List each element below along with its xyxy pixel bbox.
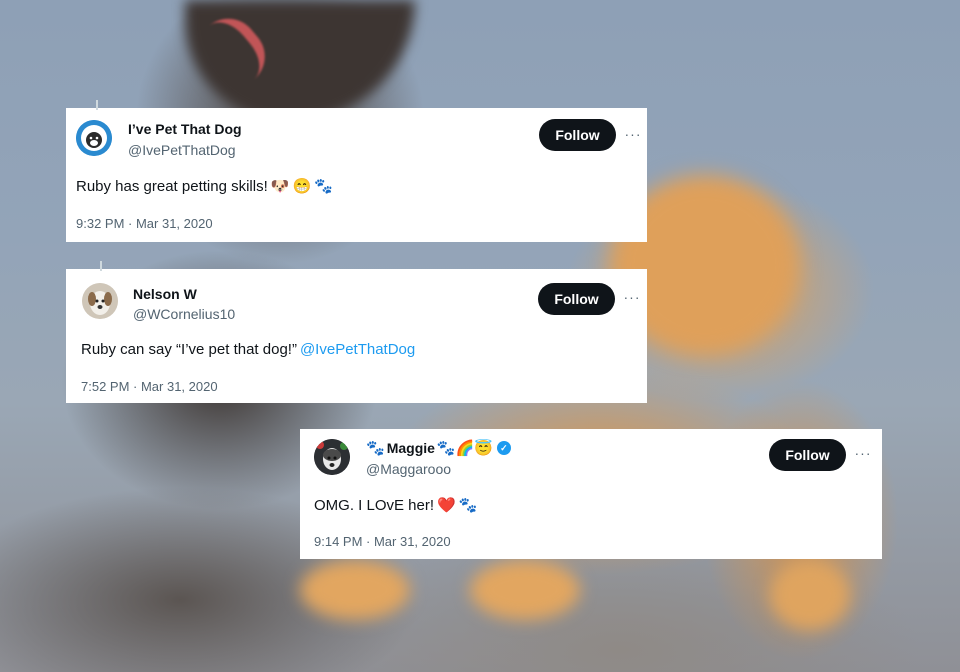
paw-shape xyxy=(470,560,580,620)
display-name[interactable]: Nelson W xyxy=(133,286,197,302)
verified-badge-icon: ✓ xyxy=(496,441,511,455)
follow-button[interactable]: Follow xyxy=(539,119,616,151)
paw-shape xyxy=(770,560,850,630)
more-options-icon[interactable]: ··· xyxy=(853,446,873,463)
tweet-card-1[interactable]: I’ve Pet That Dog @IvePetThatDog Follow … xyxy=(66,100,647,242)
user-handle[interactable]: @IvePetThatDog xyxy=(128,142,236,158)
tweet-timestamp[interactable]: 9:32 PM · Mar 31, 2020 xyxy=(76,216,213,231)
display-name[interactable]: 🐾 Maggie 🐾🌈😇 ✓ xyxy=(366,440,511,456)
tweet-text-content: OMG. I LOvE her! xyxy=(314,497,435,514)
dog-photo-avatar-icon xyxy=(82,283,118,319)
tweet-text: Ruby has great petting skills! 🐶 😁 🐾 xyxy=(76,178,333,195)
dog-avatar-icon xyxy=(76,120,112,156)
dog-photo-avatar-icon xyxy=(314,439,350,475)
user-handle[interactable]: @Maggarooo xyxy=(366,461,451,477)
paw-prints-emoji: 🐾 xyxy=(366,439,385,457)
display-name[interactable]: I’ve Pet That Dog xyxy=(128,121,242,137)
follow-button[interactable]: Follow xyxy=(538,283,615,315)
avatar[interactable] xyxy=(76,120,112,156)
tweet-card-2[interactable]: Nelson W @WCornelius10 Follow ··· Ruby c… xyxy=(66,261,647,403)
mention-link[interactable]: @IvePetThatDog xyxy=(300,341,415,358)
tweet-text-content: Ruby can say “I’ve pet that dog!” xyxy=(81,341,297,358)
follow-button[interactable]: Follow xyxy=(769,439,846,471)
dog-face-emoji: 🐶 xyxy=(270,178,290,195)
red-heart-emoji: ❤️ xyxy=(437,497,456,514)
more-options-icon[interactable]: ··· xyxy=(623,127,643,144)
display-name-text: Maggie xyxy=(386,440,435,456)
name-emojis: 🐾🌈😇 xyxy=(436,439,493,457)
tweet-text: Ruby can say “I’ve pet that dog!” @IvePe… xyxy=(81,341,415,358)
tweet-card-3[interactable]: 🐾 Maggie 🐾🌈😇 ✓ @Maggarooo Follow ··· OMG… xyxy=(300,429,882,559)
paw-prints-emoji: 🐾 xyxy=(314,178,333,195)
tweet-timestamp[interactable]: 7:52 PM · Mar 31, 2020 xyxy=(81,379,218,394)
tweet-timestamp[interactable]: 9:14 PM · Mar 31, 2020 xyxy=(314,534,451,549)
tweet-text-content: Ruby has great petting skills! xyxy=(76,178,268,195)
thread-line xyxy=(100,261,102,271)
paw-shape xyxy=(300,560,410,620)
paw-prints-emoji: 🐾 xyxy=(458,497,478,514)
avatar[interactable] xyxy=(314,439,350,475)
user-handle[interactable]: @WCornelius10 xyxy=(133,306,235,322)
more-options-icon[interactable]: ··· xyxy=(622,290,642,307)
dark-dog-shape xyxy=(185,0,415,120)
thread-line xyxy=(96,100,98,110)
avatar[interactable] xyxy=(82,283,118,319)
tweet-text: OMG. I LOvE her! ❤️ 🐾 xyxy=(314,497,477,514)
grinning-emoji: 😁 xyxy=(292,178,312,195)
